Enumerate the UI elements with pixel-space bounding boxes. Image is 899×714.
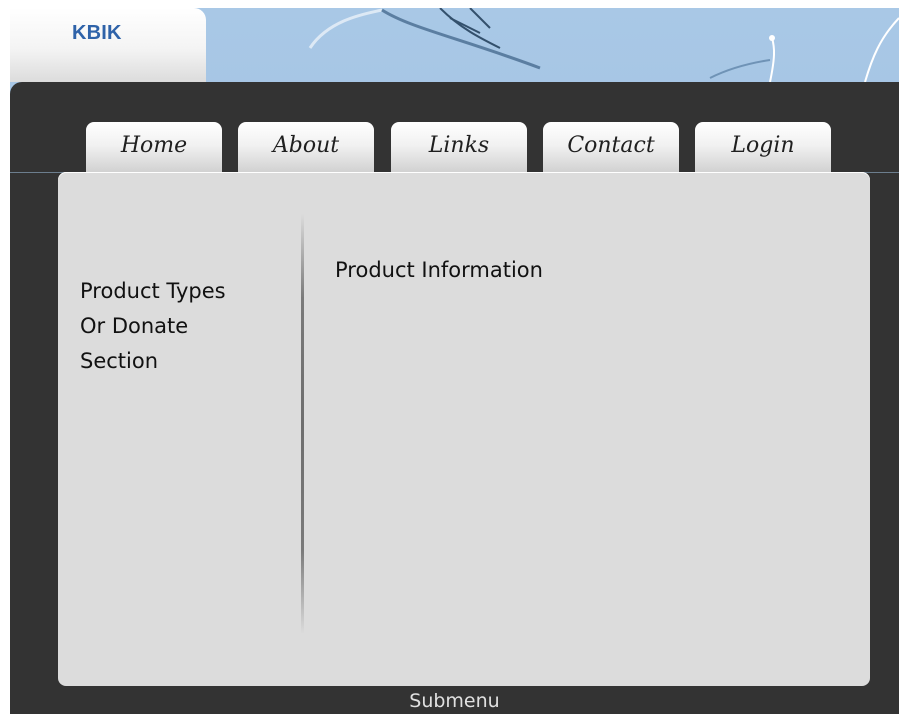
main-shell: Home About Links Contact Login Product T… xyxy=(10,82,899,714)
content-panel: Product Types Or Donate Section Product … xyxy=(58,172,870,686)
tab-links[interactable]: Links xyxy=(391,122,527,174)
product-information-text: Product Information xyxy=(335,258,543,282)
tab-about[interactable]: About xyxy=(238,122,374,174)
submenu-link[interactable]: Submenu xyxy=(10,686,899,714)
tab-login[interactable]: Login xyxy=(695,122,831,174)
page-canvas: KBIK Home About Links Contact Login Prod… xyxy=(10,8,899,714)
tab-contact[interactable]: Contact xyxy=(543,122,679,174)
logo-tab[interactable]: KBIK xyxy=(10,8,206,82)
tab-home[interactable]: Home xyxy=(86,122,222,174)
sidebar-section-text: Product Types Or Donate Section xyxy=(80,279,226,373)
nav-tabs: Home About Links Contact Login xyxy=(86,122,846,174)
site-logo[interactable]: KBIK xyxy=(72,22,122,44)
vertical-divider xyxy=(301,214,304,634)
